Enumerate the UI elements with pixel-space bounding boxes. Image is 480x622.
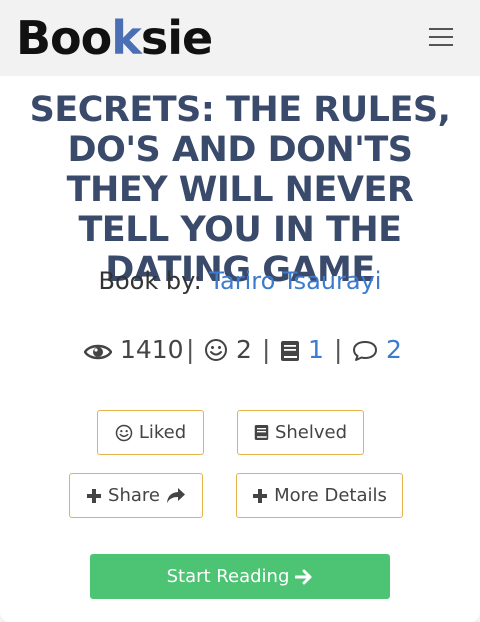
logo-text-prefix: Boo [16,11,112,65]
shelves-count: 1 [307,335,324,364]
share-label: Share [108,485,160,506]
more-details-button[interactable]: More Details [236,473,403,518]
smile-icon [115,424,133,441]
logo-text-k: k [111,11,142,65]
plus-icon [87,488,102,503]
share-arrow-icon [166,487,185,503]
book-card: SECRETS: THE RULES, DO'S AND DON'TS THEY… [0,76,480,622]
stat-separator: | [334,335,343,364]
start-reading-label: Start Reading [166,566,290,587]
stat-separator: | [186,335,195,364]
liked-label: Liked [138,422,187,443]
likes-count: 2 [235,335,252,364]
book-icon [254,425,269,440]
byline: Book by: Tariro Tsaurayi [0,266,480,296]
arrow-right-icon [295,569,312,584]
booksie-logo[interactable]: Booksie [16,10,213,66]
likes-stat: 2 [204,334,252,366]
navbar: Booksie [0,0,480,76]
author-link[interactable]: Tariro Tsaurayi [209,267,381,295]
byline-label: Book by: [98,267,202,295]
start-reading-button[interactable]: Start Reading [90,554,390,599]
shelved-button[interactable]: Shelved [237,410,364,455]
hamburger-bar [429,36,453,38]
more-details-label: More Details [274,485,387,506]
share-button[interactable]: Share [69,473,203,518]
comment-icon [353,341,377,361]
hamburger-icon[interactable] [423,24,459,50]
stats-row: 1410 | 2 | 1 | 2 [0,334,480,366]
liked-button[interactable]: Liked [97,410,204,455]
views-stat: 1410 [83,334,184,366]
logo-text-suffix: sie [140,11,213,65]
shelved-label: Shelved [274,422,348,443]
comments-count: 2 [385,335,402,364]
shelves-stat[interactable]: 1 [280,334,324,366]
book-title: SECRETS: THE RULES, DO'S AND DON'TS THEY… [29,90,451,290]
stat-separator: | [262,335,271,364]
hamburger-bar [429,44,453,46]
smile-icon [205,339,227,361]
eye-icon [83,344,113,360]
plus-icon [253,488,268,503]
hamburger-bar [429,28,453,30]
views-count: 1410 [119,335,184,364]
book-icon [281,341,299,361]
comments-stat[interactable]: 2 [352,334,402,366]
